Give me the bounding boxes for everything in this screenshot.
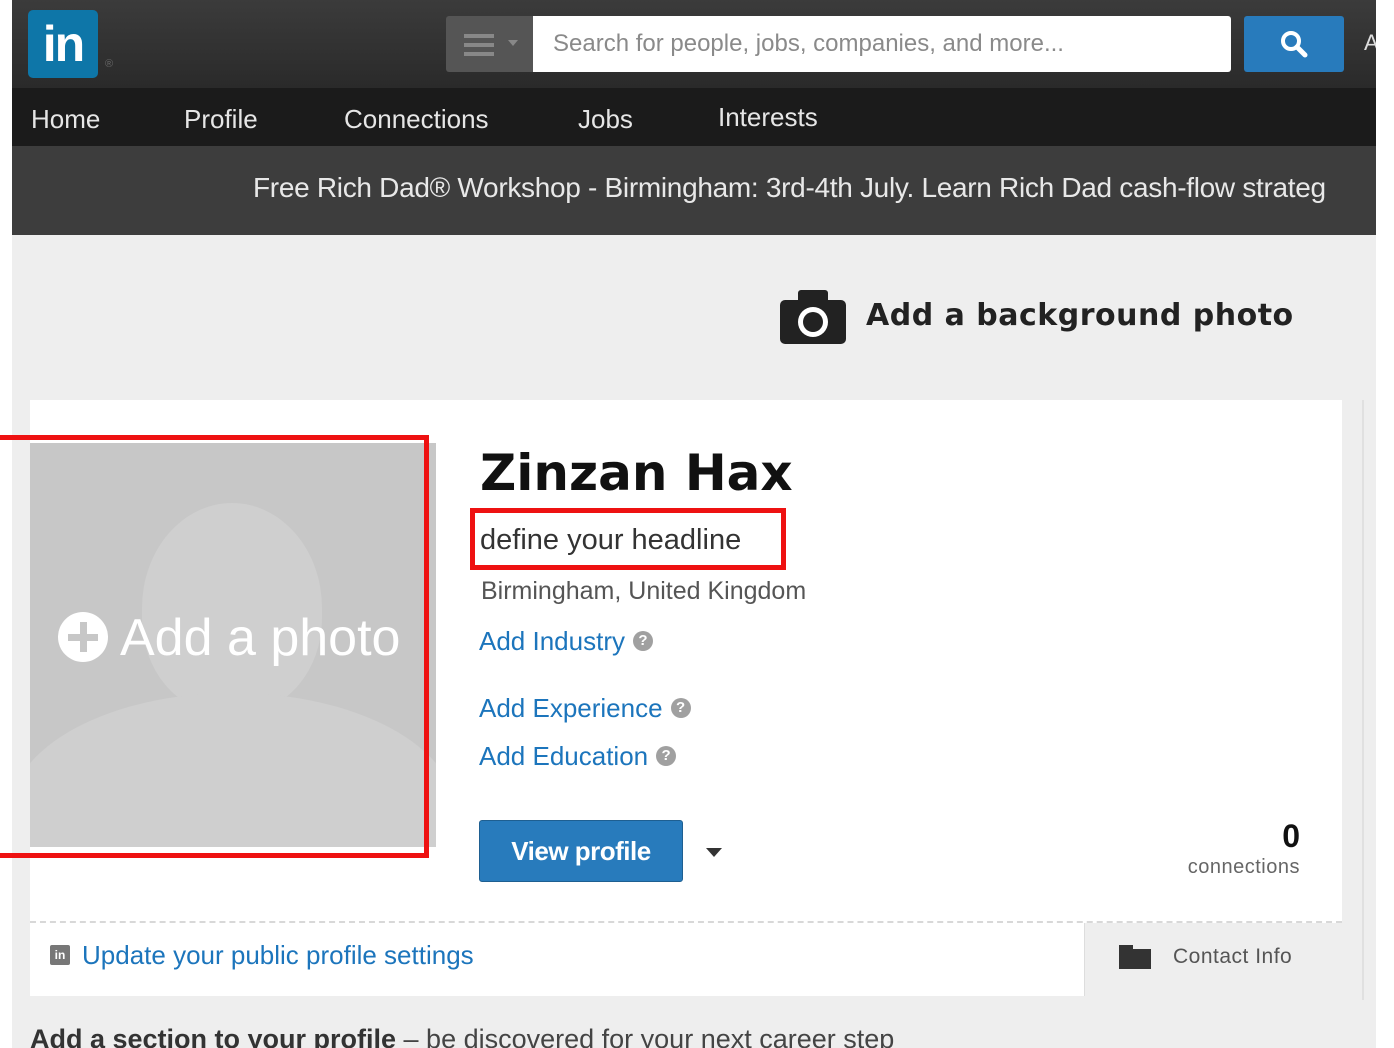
divider [1362,400,1364,1000]
help-icon[interactable]: ? [656,746,677,767]
connections-label: connections [1187,856,1300,878]
menu-icon [464,34,494,61]
nav-connections[interactable]: Connections [344,104,489,135]
connections-count[interactable]: 0 [1282,818,1300,855]
public-profile-label: Update your public profile settings [82,940,474,970]
registered-mark: ® [105,58,114,70]
contact-info-button[interactable]: Contact Info [1084,923,1343,996]
camera-icon [780,290,846,344]
nav-jobs[interactable]: Jobs [578,104,633,135]
search-input[interactable] [533,16,1231,72]
public-profile-settings-link[interactable]: in Update your public profile settings [50,940,474,971]
search-icon [1281,31,1308,58]
nav-profile[interactable]: Profile [184,104,258,135]
view-profile-button[interactable]: View profile [479,820,683,882]
add-industry-link[interactable]: Add Industry? [479,626,653,657]
profile-name: Zinzan Hax [480,444,793,502]
add-education-link[interactable]: Add Education? [479,741,677,772]
advanced-search-link[interactable]: A [1364,30,1376,56]
folder-icon [1119,945,1151,969]
add-section-subtitle: – be discovered for your next career ste… [396,1024,895,1048]
main-nav: Home Profile Connections Jobs Interests [12,88,1376,146]
nav-home[interactable]: Home [31,104,100,135]
headline-field[interactable]: define your headline [480,524,741,557]
nav-interests[interactable]: Interests [718,102,818,133]
photo-highlight [0,435,429,858]
chevron-down-icon [508,40,518,46]
contact-info-label: Contact Info [1173,945,1293,968]
help-icon[interactable]: ? [670,698,691,719]
profile-location: Birmingham, United Kingdom [481,577,807,605]
add-industry-label: Add Industry [479,626,625,656]
top-bar: in ® A [12,0,1376,88]
search-category-dropdown[interactable] [446,16,534,72]
ad-banner: Free Rich Dad® Workshop - Birmingham: 3r… [12,146,1376,235]
linkedin-small-icon: in [50,945,70,966]
ad-link[interactable]: Free Rich Dad® Workshop - Birmingham: 3r… [253,172,1326,204]
background-photo-label: Add a background photo [866,298,1294,333]
linkedin-logo[interactable]: in [28,10,98,78]
search-button[interactable] [1244,16,1344,72]
add-section-title: Add a section to your profile [30,1024,397,1048]
help-icon[interactable]: ? [632,631,653,652]
chevron-down-icon[interactable] [706,848,722,857]
add-experience-link[interactable]: Add Experience? [479,693,691,724]
add-experience-label: Add Experience [479,693,663,723]
add-section-prompt: Add a section to your profile – be disco… [30,1024,894,1048]
add-education-label: Add Education [479,741,649,771]
